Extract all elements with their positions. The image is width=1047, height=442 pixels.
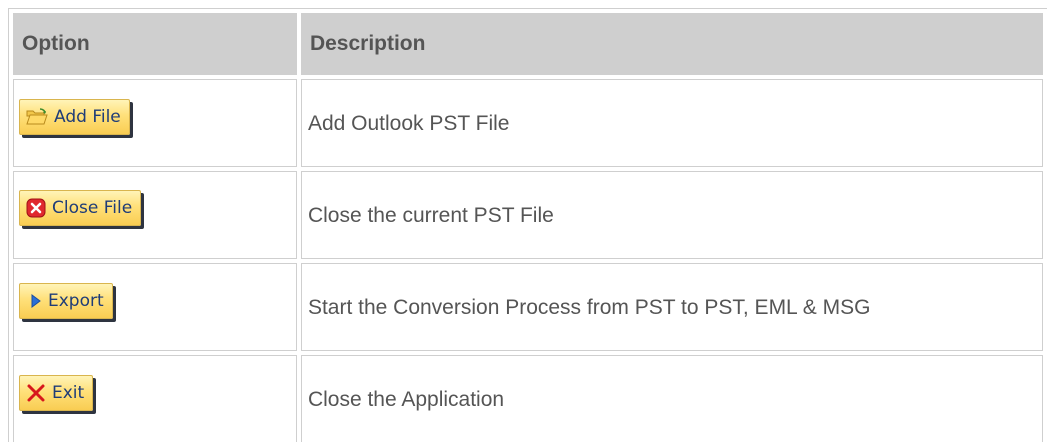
export-label: Export [48, 290, 104, 311]
option-cell: Close File [13, 171, 297, 259]
exit-button[interactable]: Exit [19, 375, 94, 411]
description-cell: Start the Conversion Process from PST to… [300, 263, 1043, 351]
table-row: Exit Close the Application [13, 355, 1043, 442]
table-row: Close File Close the current PST File [13, 171, 1043, 259]
description-cell: Add Outlook PST File [300, 79, 1043, 167]
export-button[interactable]: Export [19, 282, 113, 319]
table-header-row: Option Description [13, 13, 1043, 75]
option-cell: Export [13, 263, 297, 351]
folder-open-icon [26, 108, 48, 126]
header-description: Description [300, 13, 1043, 75]
description-cell: Close the current PST File [300, 171, 1043, 259]
option-cell: Add File [13, 79, 297, 167]
exit-label: Exit [52, 383, 85, 403]
play-arrow-icon [30, 293, 42, 309]
x-mark-icon [26, 383, 46, 403]
table-row: Add File Add Outlook PST File [13, 79, 1043, 167]
table-row: Export Start the Conversion Process from… [13, 263, 1043, 351]
add-file-label: Add File [54, 107, 121, 127]
close-red-icon [26, 198, 46, 218]
close-file-button[interactable]: Close File [19, 190, 142, 226]
options-table: Option Description Add File Add Outlook … [8, 8, 1047, 442]
close-file-label: Close File [52, 198, 133, 218]
description-cell: Close the Application [300, 355, 1043, 442]
add-file-button[interactable]: Add File [19, 99, 130, 135]
option-cell: Exit [13, 355, 297, 442]
options-table-wrapper: Option Description Add File Add Outlook … [0, 0, 1047, 442]
header-option: Option [13, 13, 297, 75]
